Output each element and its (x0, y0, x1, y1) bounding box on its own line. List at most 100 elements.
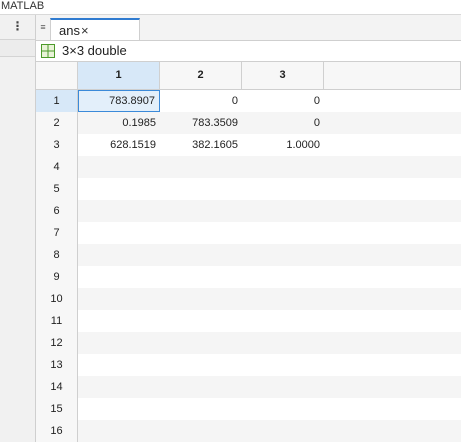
tab-menu-icon[interactable]: ≡ (38, 21, 48, 35)
row-header[interactable]: 1 (36, 90, 78, 112)
grid-cell[interactable] (78, 354, 160, 376)
table-row: 3 628.1519 382.1605 1.0000 (36, 134, 461, 156)
grid-cell[interactable] (78, 156, 160, 178)
grid-cell[interactable]: 0 (242, 112, 324, 134)
grid-cell[interactable] (242, 178, 324, 200)
grid-cell[interactable] (324, 332, 461, 354)
grid-cell[interactable] (160, 178, 242, 200)
row-header[interactable]: 3 (36, 134, 78, 156)
grid-cell[interactable] (324, 420, 461, 442)
grid-cell[interactable] (324, 266, 461, 288)
grid-cell[interactable]: 783.3509 (160, 112, 242, 134)
grid-cell[interactable] (324, 354, 461, 376)
grid-cell[interactable] (78, 200, 160, 222)
grid-cell[interactable] (160, 266, 242, 288)
grid-cell[interactable] (78, 222, 160, 244)
grid-cell[interactable] (324, 376, 461, 398)
variable-info-bar: 3×3 double (36, 41, 461, 62)
grid-cell[interactable] (324, 156, 461, 178)
grid-cell[interactable] (242, 310, 324, 332)
grid-cell[interactable]: 0.1985 (78, 112, 160, 134)
grid-cell[interactable] (242, 332, 324, 354)
grid-cell[interactable] (78, 332, 160, 354)
grid-cell[interactable] (324, 398, 461, 420)
grid-cell[interactable] (242, 266, 324, 288)
grid-cell[interactable] (160, 156, 242, 178)
left-panel: ⋮ (0, 15, 36, 442)
grid-icon (41, 44, 55, 58)
grid-cell[interactable]: 628.1519 (78, 134, 160, 156)
grid-cell[interactable] (242, 244, 324, 266)
table-row: 4 (36, 156, 461, 178)
grid-cell[interactable] (160, 376, 242, 398)
row-header[interactable]: 12 (36, 332, 78, 354)
row-header[interactable]: 15 (36, 398, 78, 420)
selected-cell[interactable]: 783.8907 (78, 90, 160, 112)
grid-cell[interactable]: 0 (160, 90, 242, 112)
kebab-icon[interactable]: ⋮ (0, 15, 35, 39)
row-header[interactable]: 4 (36, 156, 78, 178)
column-header-2[interactable]: 2 (160, 62, 242, 89)
grid-cell[interactable] (324, 178, 461, 200)
grid-cell[interactable] (242, 354, 324, 376)
grid-cell[interactable]: 1.0000 (242, 134, 324, 156)
grid-cell[interactable] (242, 398, 324, 420)
grid-cell[interactable] (160, 354, 242, 376)
grid-cell[interactable] (324, 244, 461, 266)
grid-cell[interactable] (78, 244, 160, 266)
grid-cell[interactable] (242, 288, 324, 310)
variable-size-label: 3×3 double (62, 43, 127, 58)
grid-cell[interactable] (78, 420, 160, 442)
row-header[interactable]: 7 (36, 222, 78, 244)
grid-cell[interactable] (324, 200, 461, 222)
row-header[interactable]: 14 (36, 376, 78, 398)
row-header[interactable]: 10 (36, 288, 78, 310)
grid-cell[interactable]: 382.1605 (160, 134, 242, 156)
grid-cell[interactable] (324, 222, 461, 244)
grid-cell[interactable]: 0 (242, 90, 324, 112)
grid-cell[interactable] (324, 310, 461, 332)
grid-cell[interactable] (324, 112, 461, 134)
grid-cell[interactable] (324, 90, 461, 112)
grid-cell[interactable] (160, 420, 242, 442)
grid-cell[interactable] (78, 288, 160, 310)
grid-cell[interactable] (160, 288, 242, 310)
tab-label: ans (59, 23, 80, 38)
grid-cell[interactable] (160, 222, 242, 244)
table-row: 13 (36, 354, 461, 376)
row-header[interactable]: 11 (36, 310, 78, 332)
column-header-3[interactable]: 3 (242, 62, 324, 89)
grid-cell[interactable] (242, 200, 324, 222)
tab-ans[interactable]: ans × (50, 18, 140, 40)
panel-header-strip (0, 39, 35, 57)
grid-cell[interactable] (160, 310, 242, 332)
close-icon[interactable]: × (81, 23, 89, 38)
grid-cell[interactable] (78, 178, 160, 200)
grid-cell[interactable] (324, 134, 461, 156)
grid-cell[interactable] (78, 266, 160, 288)
row-header[interactable]: 8 (36, 244, 78, 266)
grid-cell[interactable] (242, 376, 324, 398)
grid-cell[interactable] (242, 222, 324, 244)
column-header-blank[interactable] (324, 62, 461, 89)
row-header[interactable]: 13 (36, 354, 78, 376)
grid-cell[interactable] (78, 398, 160, 420)
grid-cell[interactable] (160, 398, 242, 420)
grid-cell[interactable] (242, 420, 324, 442)
row-header[interactable]: 2 (36, 112, 78, 134)
row-header[interactable]: 6 (36, 200, 78, 222)
row-header[interactable]: 16 (36, 420, 78, 442)
column-header-1[interactable]: 1 (78, 62, 160, 89)
grid-cell[interactable] (160, 244, 242, 266)
table-row: 14 (36, 376, 461, 398)
grid-cell[interactable] (78, 310, 160, 332)
table-row: 2 0.1985 783.3509 0 (36, 112, 461, 134)
grid-cell[interactable] (242, 156, 324, 178)
grid-cell[interactable] (160, 332, 242, 354)
grid-cell[interactable] (160, 200, 242, 222)
row-header[interactable]: 5 (36, 178, 78, 200)
grid-cell[interactable] (324, 288, 461, 310)
row-header[interactable]: 9 (36, 266, 78, 288)
grid-cell[interactable] (78, 376, 160, 398)
table-row: 5 (36, 178, 461, 200)
